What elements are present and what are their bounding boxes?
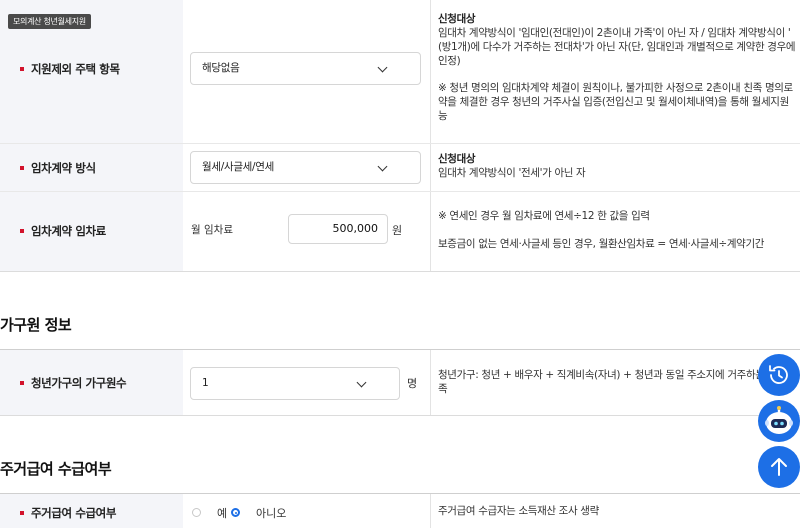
lease-type-description: 신청대상 임대차 계약방식이 '전세'가 아닌 자 bbox=[438, 152, 586, 180]
row-lease-type-label-cell: 임차계약 방식 bbox=[0, 144, 183, 191]
household-size-unit: 명 bbox=[407, 377, 418, 390]
housing-benefit-label: 주거급여 수급여부 bbox=[20, 505, 116, 521]
housing-benefit-label-cell: 주거급여 수급여부 bbox=[0, 494, 183, 528]
benefit-yes-label[interactable]: 예 bbox=[217, 505, 227, 521]
housing-benefit-description: 주거급여 수급자는 소득재산 조사 생략 bbox=[438, 505, 599, 517]
divider bbox=[430, 192, 431, 271]
scroll-top-button[interactable] bbox=[758, 446, 800, 488]
household-size-label-cell: 청년가구의 가구원수 bbox=[0, 350, 183, 415]
household-size-label: 청년가구의 가구원수 bbox=[20, 375, 127, 391]
divider bbox=[430, 144, 431, 191]
divider bbox=[430, 350, 431, 415]
desc-line: 인정) bbox=[438, 55, 461, 67]
desc-line: 청년가구: 청년 + 배우자 + 직계비속(자녀) + 청년과 동일 주소지에 … bbox=[438, 369, 777, 381]
note-line: 약을 체결한 경우 청년의 거주사실 입증(전입신고 및 월세이체내역)을 통해… bbox=[438, 96, 789, 108]
history-button[interactable] bbox=[758, 354, 800, 396]
excluded-housing-select-value: 해당없음 bbox=[202, 62, 240, 74]
household-description: 청년가구: 청년 + 배우자 + 직계비속(자녀) + 청년과 동일 주소지에 … bbox=[438, 368, 777, 396]
desc-line: 임대차 계약방식이 '전세'가 아닌 자 bbox=[438, 167, 586, 179]
lease-rent-note-2: 보증금이 없는 연세·사글세 등인 경우, 월환산임차료 = 연세·사글세÷계약… bbox=[438, 238, 765, 250]
lease-type-select[interactable]: 월세/사글세/연세 bbox=[190, 151, 421, 184]
desc-line: 임대차 계약방식이 '임대인(전대인)이 2촌이내 가족'이 아닌 자 / 임대… bbox=[438, 27, 791, 39]
row-lease-type-label: 임차계약 방식 bbox=[20, 160, 96, 176]
row-lease-rent-label-cell: 임차계약 임차료 bbox=[0, 192, 183, 271]
row-excluded-housing-label: 지원제외 주택 항목 bbox=[20, 61, 120, 77]
excluded-housing-description: 신청대상 임대차 계약방식이 '임대인(전대인)이 2촌이내 가족'이 아닌 자… bbox=[438, 12, 796, 123]
desc-line: 족 bbox=[438, 383, 448, 395]
note-line: ※ 청년 명의의 임대차계약 체결이 원칙이나, 불가피한 사정으로 2촌이내 … bbox=[438, 82, 793, 94]
divider bbox=[430, 494, 431, 528]
row-divider bbox=[0, 271, 800, 272]
chevron-down-icon bbox=[377, 161, 388, 172]
row-lease-rent-label: 임차계약 임차료 bbox=[20, 223, 106, 239]
desc-title: 신청대상 bbox=[438, 153, 476, 165]
chevron-down-icon bbox=[356, 377, 367, 388]
divider bbox=[430, 0, 431, 143]
history-icon bbox=[769, 365, 788, 384]
monthly-rent-label: 월 임차료 bbox=[191, 224, 233, 236]
monthly-rent-input[interactable]: 500,000 bbox=[288, 214, 388, 244]
desc-line: (방1개)에 다수가 거주하는 전대차'가 아닌 자(단, 임대인과 개별적으로… bbox=[438, 41, 796, 53]
arrow-up-icon bbox=[771, 458, 787, 476]
chevron-down-icon bbox=[377, 62, 388, 73]
household-size-select-value: 1 bbox=[202, 377, 209, 389]
household-section-title: 가구원 정보 bbox=[0, 316, 72, 334]
page-badge: 모의계산 청년월세지원 bbox=[8, 14, 91, 29]
benefit-no-radio[interactable] bbox=[231, 508, 240, 517]
benefit-no-label[interactable]: 아니오 bbox=[256, 505, 286, 521]
monthly-rent-unit: 원 bbox=[392, 224, 403, 237]
excluded-housing-select[interactable]: 해당없음 bbox=[190, 52, 421, 85]
chatbot-button[interactable] bbox=[758, 400, 800, 442]
chatbot-icon bbox=[765, 406, 793, 434]
household-size-select[interactable]: 1 bbox=[190, 367, 400, 400]
benefit-section-title: 주거급여 수급여부 bbox=[0, 460, 112, 478]
row-divider bbox=[0, 415, 800, 416]
lease-rent-note-1: ※ 연세인 경우 월 임차료에 연세÷12 한 값을 입력 bbox=[438, 210, 650, 222]
desc-title: 신청대상 bbox=[438, 13, 476, 25]
note-line: 능 bbox=[438, 110, 448, 122]
benefit-yes-radio[interactable] bbox=[192, 508, 201, 517]
lease-type-select-value: 월세/사글세/연세 bbox=[202, 161, 274, 173]
